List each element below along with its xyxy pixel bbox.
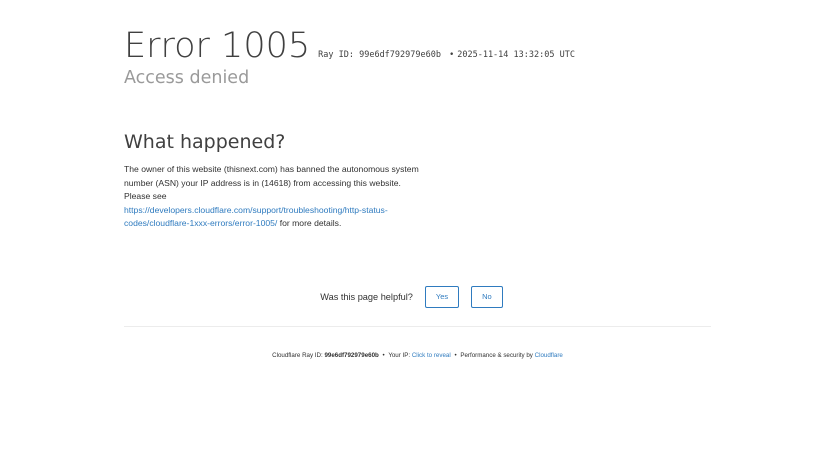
docs-link[interactable]: https://developers.cloudflare.com/suppor…: [124, 205, 388, 229]
please-see-text: Please see: [124, 191, 167, 202]
error-subtitle: Access denied: [124, 68, 250, 88]
ray-id: 99e6df792979e60b: [359, 50, 441, 60]
cloudflare-link[interactable]: Cloudflare: [535, 352, 563, 359]
footer-separator-1: •: [382, 352, 385, 359]
feedback-question: Was this page helpful?: [320, 292, 413, 302]
footer: Cloudflare Ray ID: 99e6df792979e60b • Yo…: [0, 352, 835, 359]
timestamp: 2025-11-14 13:32:05 UTC: [457, 50, 575, 60]
footer-divider: [124, 326, 711, 327]
error-header: Error 1005 Ray ID: 99e6df792979e60b • 202…: [124, 26, 724, 90]
ray-label: Ray ID:: [318, 50, 354, 60]
footer-ip-label: Your IP:: [388, 352, 411, 359]
title-line: Error 1005 Ray ID: 99e6df792979e60b • 202…: [124, 26, 724, 66]
meta-separator: •: [449, 50, 455, 60]
footer-ray-id: 99e6df792979e60b: [324, 352, 379, 359]
explanation-text: The owner of this website (thisnext.com)…: [124, 164, 419, 188]
footer-perf-text: Performance & security by: [460, 352, 533, 359]
error-page: Error 1005 Ray ID: 99e6df792979e60b • 202…: [0, 0, 835, 469]
feedback-bar: Was this page helpful? Yes No: [0, 286, 835, 308]
what-happened-text: The owner of this website (thisnext.com)…: [124, 163, 424, 231]
no-button[interactable]: No: [471, 286, 503, 308]
ray-meta: Ray ID: 99e6df792979e60b • 2025-11-14 13:…: [318, 50, 575, 60]
after-link-text: for more details.: [277, 218, 342, 229]
reveal-ip-link[interactable]: Click to reveal: [412, 352, 451, 359]
what-happened-section: What happened? The owner of this website…: [124, 128, 424, 231]
what-happened-heading: What happened?: [124, 131, 286, 153]
footer-ray-label: Cloudflare Ray ID:: [272, 352, 323, 359]
error-title: Error 1005: [124, 26, 311, 66]
footer-separator-2: •: [454, 352, 457, 359]
feedback-inner: Was this page helpful? Yes No: [320, 286, 514, 308]
yes-button[interactable]: Yes: [424, 286, 460, 308]
